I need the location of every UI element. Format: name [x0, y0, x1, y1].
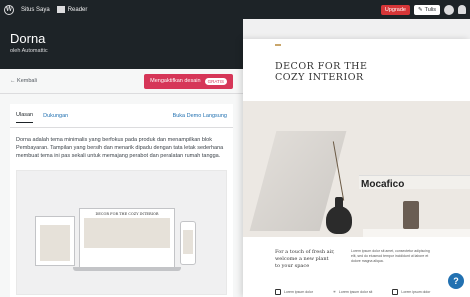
upgrade-button[interactable]: Upgrade — [380, 4, 410, 15]
box-icon — [275, 289, 281, 295]
action-bar: ← Kembali Mengaktifkan desain GRATIS — [0, 69, 243, 94]
free-badge: GRATIS — [204, 77, 227, 85]
wordpress-logo-link[interactable]: W — [4, 4, 14, 15]
feature-label: Lorem ipsum dolor — [284, 290, 313, 294]
laptop-image — [84, 218, 170, 248]
back-link[interactable]: ← Kembali — [10, 78, 37, 84]
laptop-mockup: DECOR FOR THE COZY INTERIOR — [79, 208, 175, 268]
tab-support[interactable]: Dukungan — [43, 109, 68, 123]
book-title: Mocafico — [361, 179, 405, 190]
tab-bar: Ulasan Dukungan Buka Demo Langsung — [10, 104, 233, 128]
pen-icon: ✎ — [417, 6, 423, 13]
overview-content: Dorna adalah tema minimalis yang berfoku… — [10, 128, 233, 297]
theme-header: Dorna oleh Automattic — [0, 19, 243, 69]
notification-bell-icon[interactable] — [458, 5, 466, 14]
feature-item: ✳ Lorem ipsum dolor sit — [333, 289, 372, 295]
sun-icon: ✳ — [332, 290, 336, 294]
feature-item: Lorem ipsum dolor — [275, 289, 313, 295]
preview-lead-text: For a touch of fresh air, welcome a new … — [275, 249, 335, 269]
theme-name: Dorna — [10, 31, 46, 46]
shelf — [363, 229, 470, 237]
help-button[interactable]: ? — [448, 273, 464, 289]
laptop-title: DECOR FOR THE COZY INTERIOR — [95, 212, 159, 216]
my-site-link[interactable]: Situs Saya — [21, 7, 50, 13]
activate-label: Mengaktifkan desain — [150, 78, 201, 84]
black-vase — [326, 206, 352, 234]
my-site-label: Situs Saya — [21, 6, 50, 13]
reader-icon — [56, 6, 65, 13]
reader-link[interactable]: Reader — [56, 6, 88, 13]
laptop-base — [73, 267, 181, 271]
site-logo — [275, 44, 281, 46]
write-label: Tulis — [424, 6, 436, 13]
tab-overview[interactable]: Ulasan — [16, 108, 34, 123]
activate-design-button[interactable]: Mengaktifkan desain GRATIS — [144, 73, 233, 89]
phone-mockup — [180, 221, 196, 265]
avatar[interactable] — [444, 4, 454, 15]
theme-details-panel: ← Kembali Mengaktifkan desain GRATIS Ula… — [0, 69, 243, 297]
theme-preview[interactable]: DECOR FOR THE COZY INTERIOR Mocafico For… — [243, 39, 470, 297]
truck-icon — [392, 289, 399, 295]
preview-hero-image — [243, 101, 470, 237]
preview-features: Lorem ipsum dolor ✳ Lorem ipsum dolor si… — [275, 289, 430, 295]
preview-body-text: Lorem ipsum dolor sit amet, consectetur … — [351, 249, 430, 263]
wordpress-icon: W — [4, 4, 14, 15]
candle-holder — [403, 201, 419, 229]
theme-description: Dorna adalah tema minimalis yang berfoku… — [16, 137, 224, 159]
preview-hero-title: DECOR FOR THE COZY INTERIOR — [275, 61, 368, 83]
device-preview-image: DECOR FOR THE COZY INTERIOR — [16, 170, 227, 295]
phone-image — [183, 230, 193, 254]
write-button[interactable]: ✎ Tulis — [413, 4, 440, 15]
reader-label: Reader — [67, 6, 88, 13]
preview-lower-section: For a touch of fresh air, welcome a new … — [243, 237, 470, 297]
feature-label: Lorem ipsum dolor — [401, 290, 431, 294]
live-demo-link[interactable]: Buka Demo Langsung — [173, 113, 227, 119]
admin-bar: W Situs Saya Reader Upgrade ✎ Tulis — [0, 0, 470, 19]
feature-item: Lorem ipsum dolor — [392, 289, 430, 295]
tablet-mockup — [35, 216, 75, 266]
theme-author: oleh Automattic — [10, 48, 48, 54]
tablet-image — [40, 225, 70, 261]
feature-label: Lorem ipsum dolor sit — [338, 290, 373, 294]
